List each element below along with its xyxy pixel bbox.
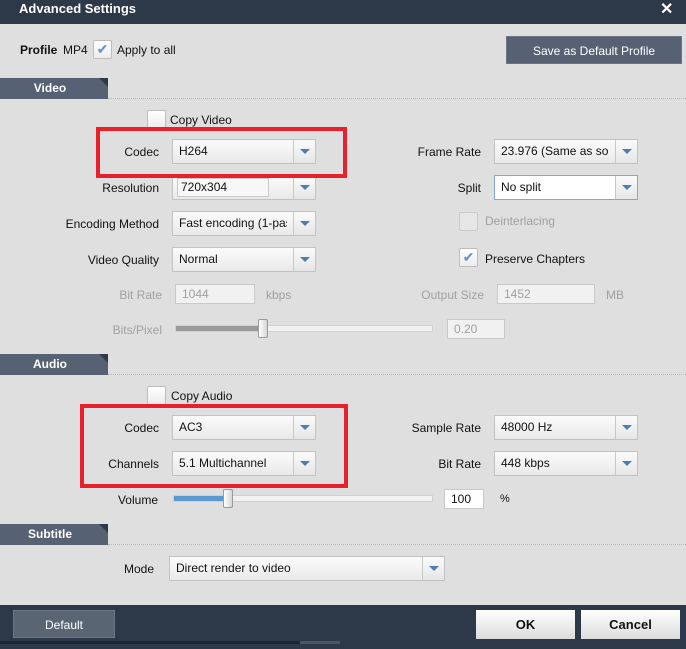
sample-rate-select[interactable]: 48000 Hz [494,415,638,440]
resolution-input[interactable]: 720x304 [177,178,269,197]
default-button[interactable]: Default [13,610,115,638]
copy-video-label: Copy Video [170,113,232,127]
bitrate-label: Bit Rate [119,288,162,302]
mode-label: Mode [123,562,154,576]
bitrate-input[interactable]: 1044 [175,284,255,304]
audio-bitrate-label: Bit Rate [438,457,481,471]
resolution-label: Resolution [102,181,159,195]
resolution-select[interactable]: 720x304 [172,175,316,200]
highlight-box [80,404,348,488]
volume-unit: % [500,493,510,505]
audio-section-header: Audio [0,354,108,375]
split-label: Split [457,181,481,195]
output-size-unit: MB [606,288,624,302]
output-size-label: Output Size [421,288,484,302]
divider [108,544,686,545]
subtitle-mode-select[interactable]: Direct render to video [169,556,445,581]
save-default-profile-button[interactable]: Save as Default Profile [506,36,682,64]
frame-rate-select[interactable]: 23.976 (Same as source) [494,139,638,164]
deinterlacing-checkbox[interactable] [459,212,478,231]
profile-label: Profile [20,43,58,57]
encoding-method-value: Fast encoding (1-pass) [179,216,287,230]
bits-pixel-input[interactable]: 0.20 [447,319,505,339]
divider [108,374,686,375]
close-icon[interactable]: ✕ [660,0,673,19]
scrollbar-thumb[interactable] [300,641,340,644]
split-value: No split [501,180,542,194]
preserve-chapters-label: Preserve Chapters [485,252,586,266]
divider [108,98,686,99]
window-title: Advanced Settings [19,1,137,16]
chevron-down-icon [615,416,637,439]
chevron-down-icon [293,176,315,199]
profile-value: MP4 [63,43,88,57]
copy-audio-label: Copy Audio [171,389,233,403]
chevron-down-icon [422,557,444,580]
bits-pixel-slider[interactable] [175,325,433,332]
volume-slider-thumb[interactable] [222,489,233,508]
deinterlacing-label: Deinterlacing [485,214,556,228]
chevron-down-icon [615,140,637,163]
volume-input[interactable]: 100 [444,489,484,509]
highlight-box [96,127,347,178]
slider-fill [176,326,264,331]
chevron-down-icon [615,176,637,199]
split-select[interactable]: No split [494,175,638,200]
encoding-method-select[interactable]: Fast encoding (1-pass) [172,211,316,236]
encoding-method-label: Encoding Method [65,217,159,231]
cancel-button[interactable]: Cancel [581,610,680,639]
chevron-down-icon [293,212,315,235]
bitrate-unit: kbps [266,288,292,302]
chevron-down-icon [615,452,637,475]
preserve-chapters-checkbox[interactable]: ✔ [459,248,478,267]
audio-bitrate-select[interactable]: 448 kbps [494,451,638,476]
bits-pixel-label: Bits/Pixel [112,323,162,337]
audio-bitrate-value: 448 kbps [501,456,550,470]
video-quality-select[interactable]: Normal [172,247,316,272]
frame-rate-value: 23.976 (Same as source) [501,144,609,158]
apply-to-all-checkbox[interactable]: ✔ [93,40,112,59]
copy-audio-checkbox[interactable] [147,386,166,405]
video-quality-label: Video Quality [87,253,159,267]
video-quality-value: Normal [179,252,218,266]
scrollbar-track [0,641,300,644]
subtitle-mode-value: Direct render to video [176,561,291,575]
sample-rate-label: Sample Rate [411,421,481,435]
volume-slider[interactable] [173,495,433,502]
bits-pixel-slider-thumb[interactable] [257,319,268,338]
subtitle-section-header: Subtitle [0,524,108,545]
output-size-input[interactable]: 1452 [497,284,595,304]
frame-rate-label: Frame Rate [417,145,481,159]
apply-to-all-label: Apply to all [117,43,176,57]
chevron-down-icon [293,248,315,271]
ok-button[interactable]: OK [476,610,575,639]
volume-label: Volume [117,493,158,507]
sample-rate-value: 48000 Hz [501,420,553,434]
slider-fill [174,496,229,501]
video-section-header: Video [0,78,108,99]
